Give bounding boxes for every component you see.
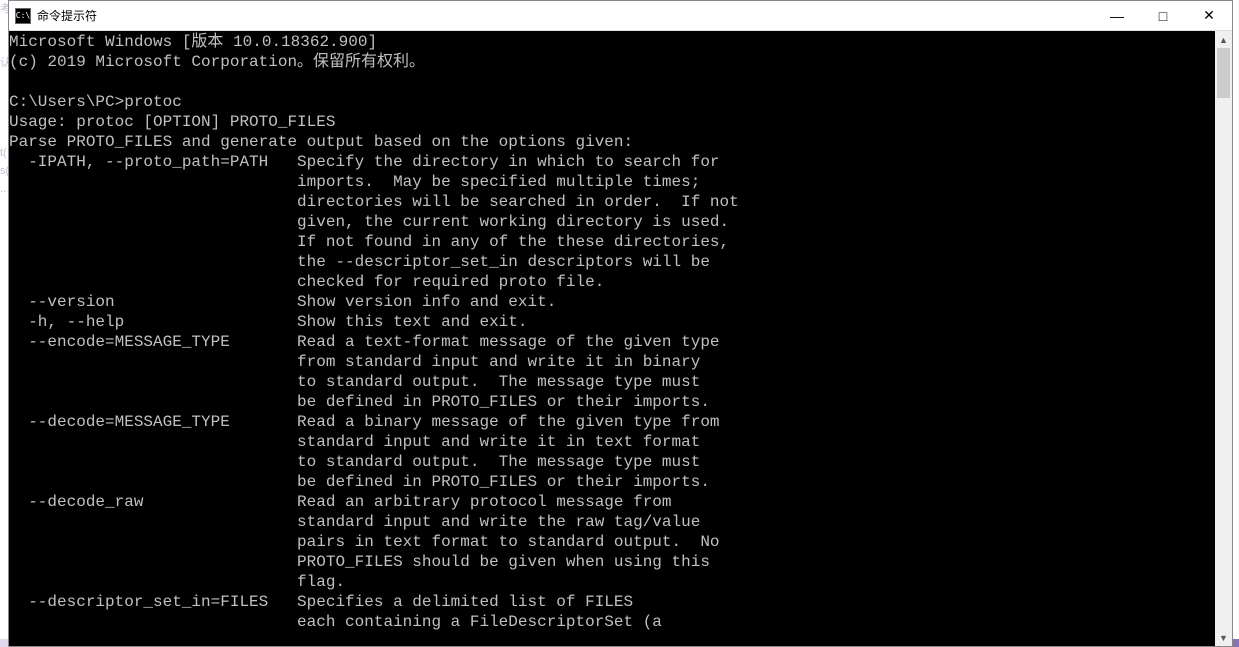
vertical-scrollbar[interactable]: ▲ ▼ [1215,31,1232,646]
titlebar[interactable]: C:\ 命令提示符 — □ ✕ [9,1,1232,31]
command-prompt-window: C:\ 命令提示符 — □ ✕ Microsoft Windows [版本 10… [8,0,1233,647]
background-editor-fragment: 考 认 t( s( .. [0,0,8,647]
minimize-button[interactable]: — [1094,1,1140,31]
cmd-app-icon: C:\ [15,8,31,24]
window-title: 命令提示符 [37,7,97,24]
scroll-up-arrow-icon[interactable]: ▲ [1215,31,1232,48]
scroll-thumb[interactable] [1217,48,1230,98]
maximize-button[interactable]: □ [1140,1,1186,31]
console-output[interactable]: Microsoft Windows [版本 10.0.18362.900] (c… [9,31,1215,646]
scroll-down-arrow-icon[interactable]: ▼ [1215,629,1232,646]
close-button[interactable]: ✕ [1186,1,1232,31]
